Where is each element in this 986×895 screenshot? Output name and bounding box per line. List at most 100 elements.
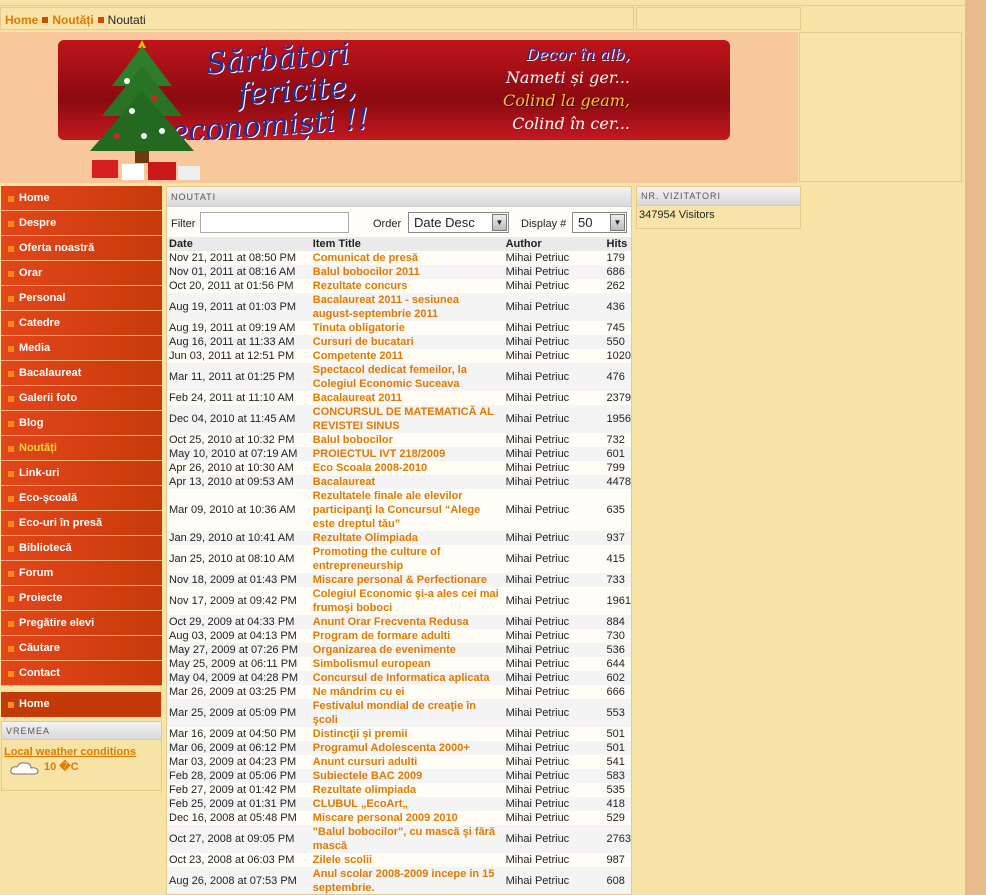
nav-item-blog[interactable]: Blog: [1, 411, 162, 436]
cell-title-link[interactable]: Bacalaureat 2011 - sesiunea august-septe…: [310, 293, 504, 321]
cell-author: Mihai Petriuc: [503, 405, 605, 433]
nav-item-despre[interactable]: Despre: [1, 211, 162, 236]
nav-item-forum[interactable]: Forum: [1, 561, 162, 586]
cell-title-link[interactable]: Balul bobocilor 2011: [310, 265, 504, 279]
nav-item-proiecte[interactable]: Proiecte: [1, 586, 162, 611]
visitors-count: 347954 Visitors: [639, 209, 715, 221]
news-table-header: Date Item Title Author Hits: [167, 237, 631, 251]
cell-date: Jun 03, 2011 at 12:51 PM: [169, 350, 295, 362]
cell-title-link[interactable]: CONCURSUL DE MATEMATICĂ AL REVISTEI SINU…: [310, 405, 504, 433]
breadcrumb-section-link[interactable]: Noutăți: [52, 13, 93, 27]
cell-title-link[interactable]: Programul Adolescenta 2000+: [310, 741, 504, 755]
cell-title-link[interactable]: Distincţii şi premii: [311, 727, 504, 741]
weather-link[interactable]: Local weather conditions: [4, 746, 159, 758]
nav-item-galerii-foto[interactable]: Galerii foto: [1, 386, 162, 411]
cell-title-link[interactable]: Zilele scolii: [311, 853, 504, 867]
cell-title-link[interactable]: Program de formare adulti: [311, 629, 504, 643]
cell-hits: 541: [606, 756, 625, 768]
table-row: Mar 16, 2009 at 04:50 PM Distincţii şi pr…: [167, 727, 631, 741]
cell-title-link[interactable]: Subiectele BAC 2009: [310, 769, 504, 783]
table-row: Jan 29, 2010 at 10:41 AM Rezultate Olimpi…: [167, 531, 631, 545]
cell-hits: 686: [604, 265, 631, 279]
cell-hits: 418: [604, 797, 631, 811]
cell-hits: 262: [606, 280, 625, 292]
cell-title-link[interactable]: CLUBUL „EcoArt„: [310, 797, 504, 811]
breadcrumb-current: Noutati: [107, 13, 146, 27]
nav-item-catedre[interactable]: Catedre: [1, 311, 162, 336]
nav-item-cautare[interactable]: Căutare: [1, 636, 162, 661]
col-title[interactable]: Item Title: [310, 237, 504, 251]
cell-title-link[interactable]: Promoting the culture of entrepreneurshi…: [311, 545, 504, 573]
cell-title-link[interactable]: Cursuri de bucatari: [310, 335, 504, 349]
nav-item-contact[interactable]: Contact: [1, 661, 162, 686]
nav-item-home[interactable]: Home: [1, 186, 162, 211]
table-row: Oct 23, 2008 at 06:03 PM Zilele scolii Mih…: [167, 853, 631, 867]
cell-title-link[interactable]: Miscare personal & Perfectionare: [310, 573, 504, 587]
col-author[interactable]: Author: [503, 237, 605, 251]
cell-title-link[interactable]: Competente 2011: [311, 349, 504, 363]
nav-item-biblioteca[interactable]: Bibliotecă: [1, 536, 162, 561]
nav-item-personal[interactable]: Personal: [1, 286, 162, 311]
visitors-panel: NR. VIZITATORI 347954 Visitors: [636, 186, 801, 229]
cell-title-link[interactable]: Spectacol dedicat femeilor, la Colegiul …: [310, 363, 504, 391]
cell-author: Mihai Petriuc: [505, 728, 570, 740]
filter-input[interactable]: [200, 212, 349, 233]
cell-title-link[interactable]: Rezultatele finale ale elevilor particip…: [311, 489, 504, 531]
cell-author: Mihai Petriuc: [503, 475, 605, 489]
cell-title-link[interactable]: Colegiul Economic şi-a ales cei mai frum…: [311, 587, 504, 615]
nav-item-noutati[interactable]: Noutăți: [1, 436, 162, 461]
cell-title-link[interactable]: Eco Scoala 2008-2010: [311, 461, 504, 475]
table-row: Mar 06, 2009 at 06:12 PM Programul Adoles…: [167, 741, 631, 755]
cell-title-link[interactable]: Ne mândrim cu ei: [311, 685, 504, 699]
cell-title-link[interactable]: Concursul de Informatica aplicata: [310, 671, 504, 685]
news-panel: NOUTATI Filter Order Date Desc ▼ Display…: [166, 186, 632, 895]
top-strip: [0, 0, 965, 6]
cell-title-link[interactable]: Bacalaureat 2011: [311, 391, 504, 405]
cell-title-link[interactable]: "Balul bobocilor", cu mască şi fără masc…: [310, 825, 504, 853]
display-select[interactable]: 50 ▼: [572, 212, 627, 233]
cell-hits: 730: [606, 630, 625, 642]
nav-item-link-uri[interactable]: Link-uri: [1, 461, 162, 486]
cell-title-link[interactable]: PROIECTUL IVT 218/2009: [310, 447, 504, 461]
cell-date: Mar 16, 2009 at 04:50 PM: [169, 728, 297, 740]
cell-date: Apr 13, 2010 at 09:53 AM: [167, 475, 311, 489]
cell-title-link[interactable]: Miscare personal 2009 2010: [311, 811, 504, 825]
cell-hits: 884: [604, 615, 631, 629]
cell-title-link[interactable]: Anul scolar 2008-2009 incepe in 15 septe…: [310, 867, 504, 894]
cell-date: Oct 20, 2011 at 01:56 PM: [169, 280, 294, 292]
nav-item-pregatire-elevi[interactable]: Pregătire elevi: [1, 611, 162, 636]
order-select[interactable]: Date Desc ▼: [408, 212, 509, 233]
nav-item-eco-scoala[interactable]: Eco-școală: [1, 486, 162, 511]
nav-item-media[interactable]: Media: [1, 336, 162, 361]
cell-author: Mihai Petriuc: [505, 812, 570, 824]
cell-hits: 436: [604, 293, 631, 321]
nav-item-bacalaureat[interactable]: Bacalaureat: [1, 361, 162, 386]
cell-title-link[interactable]: Simbolismul european: [311, 657, 504, 671]
weather-panel: VREMEA Local weather conditions 10 �C: [1, 721, 162, 791]
table-row: Oct 20, 2011 at 01:56 PM Rezultate concur…: [167, 279, 631, 293]
cell-hits: 608: [604, 867, 631, 894]
cell-title-link[interactable]: Tinuta obligatorie: [311, 321, 504, 335]
nav-item-oferta[interactable]: Oferta noastră: [1, 236, 162, 261]
visitors-title: NR. VIZITATORI: [637, 187, 800, 206]
cell-title-link[interactable]: Rezultate concurs: [311, 279, 504, 293]
cell-title-link[interactable]: Festivalul mondial de creaţie în şcoli: [310, 699, 504, 727]
cell-author: Mihai Petriuc: [505, 434, 570, 446]
banner-side-box: [799, 32, 962, 182]
breadcrumb-home-link[interactable]: Home: [5, 13, 38, 27]
nav-item-eco-uri-presa[interactable]: Eco-uri în presă: [1, 511, 162, 536]
secondary-nav-home[interactable]: Home: [1, 692, 161, 717]
col-hits[interactable]: Hits: [604, 237, 631, 251]
nav-item-orar[interactable]: Orar: [1, 261, 162, 286]
col-date[interactable]: Date: [167, 237, 311, 251]
right-margin: [965, 0, 986, 895]
cell-title-link[interactable]: Bacalaureat: [310, 475, 504, 489]
cell-title-link[interactable]: Rezultate Olimpiada: [310, 531, 504, 545]
cell-title-link[interactable]: Anunt Orar Frecventa Redusa: [310, 615, 504, 629]
cell-title-link[interactable]: Comunicat de presă: [311, 251, 504, 265]
table-row: Aug 16, 2011 at 11:33 AM Cursuri de bucat…: [167, 335, 631, 349]
cell-title-link[interactable]: Anunt cursuri adulti: [311, 755, 504, 769]
cell-title-link[interactable]: Balul bobocilor: [311, 433, 504, 447]
cell-title-link[interactable]: Organizarea de evenimente: [310, 643, 504, 657]
cell-title-link[interactable]: Rezultate olimpiada: [311, 783, 504, 797]
